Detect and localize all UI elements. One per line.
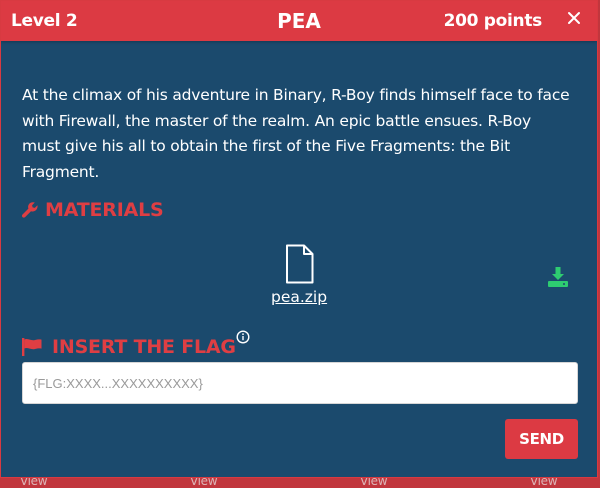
challenge-points: 200 points	[443, 11, 543, 31]
modal-header: Level 2 PEA 200 points	[1, 1, 597, 41]
download-icon[interactable]	[547, 266, 569, 288]
materials-heading: MATERIALS	[21, 199, 164, 221]
background-strip	[0, 478, 600, 483]
challenge-description: At the climax of his adventure in Binary…	[22, 86, 570, 181]
flag-icon	[22, 338, 42, 356]
insert-flag-heading-label: INSERT THE FLAG	[52, 336, 236, 358]
file-icon	[286, 244, 314, 284]
close-icon[interactable]	[565, 9, 583, 27]
info-icon[interactable]	[236, 330, 250, 344]
file-download-link[interactable]: pea.zip	[271, 288, 327, 306]
insert-flag-heading: INSERT THE FLAG	[21, 336, 236, 358]
flag-input[interactable]	[22, 362, 578, 404]
wrench-icon	[21, 202, 38, 218]
send-button[interactable]: SEND	[505, 419, 578, 459]
challenge-modal: Level 2 PEA 200 points At the climax of …	[0, 0, 598, 478]
materials-heading-label: MATERIALS	[45, 199, 164, 221]
